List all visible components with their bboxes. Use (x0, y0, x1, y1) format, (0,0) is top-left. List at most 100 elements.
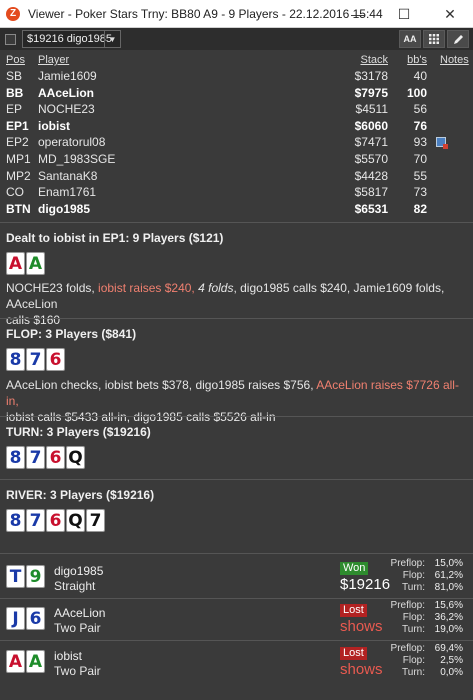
result-hand: Straight (54, 579, 96, 593)
preflop-cards: AA (6, 252, 45, 275)
hand-select-value: $19216 digo1985 (27, 33, 113, 45)
player-row[interactable]: BB AAceLion $7975 100 (0, 85, 473, 102)
player-bbs: 40 (413, 69, 427, 83)
turn-label: Turn: (402, 667, 425, 678)
action-text: NOCHE23 folds, (6, 281, 99, 295)
edit-button[interactable] (447, 30, 469, 48)
player-stack: $6531 (354, 201, 388, 216)
note-icon[interactable] (436, 137, 448, 150)
minimize-button[interactable]: — (335, 0, 381, 28)
flop-equity: 2,5% (440, 655, 463, 666)
player-row[interactable]: EP2 operatorul08 $7471 93 (0, 134, 473, 151)
player-pos: CO (6, 185, 24, 200)
player-stack: $5817 (354, 185, 388, 200)
divider (0, 222, 473, 223)
preflop-equity: 69,4% (434, 643, 463, 654)
action-text: iobist calls $5433 all-in, digo1985 call… (6, 410, 276, 424)
result-cards: T9 (6, 565, 45, 588)
player-bbs: 82 (413, 201, 427, 216)
header-player[interactable]: Player (38, 54, 69, 66)
divider (0, 553, 473, 554)
card: T (6, 565, 25, 588)
header-notes[interactable]: Notes (440, 54, 469, 66)
player-bbs: 73 (413, 185, 427, 200)
player-pos: MP1 (6, 151, 31, 166)
close-button[interactable]: ✕ (427, 0, 473, 28)
result-player-name: iobist (54, 649, 83, 663)
action-text: calls $160 (6, 313, 61, 327)
player-stack: $4511 (355, 102, 388, 117)
action-text: AAceLion checks, iobist bets $378, digo1… (6, 378, 317, 392)
player-stack: $4428 (354, 168, 388, 183)
player-bbs: 55 (413, 168, 427, 183)
card: 8 (6, 348, 25, 371)
player-bbs: 56 (413, 102, 427, 117)
result-cards: AA (6, 650, 45, 673)
header-bbs[interactable]: bb's (407, 54, 427, 66)
aa-button[interactable]: AA (399, 30, 421, 48)
players-table: Pos Player Stack bb's Notes SB Jamie1609 $… (0, 54, 473, 217)
grid-icon (429, 34, 439, 44)
turn-equity: 0,0% (440, 667, 463, 678)
river-cards: 876Q7 (6, 509, 105, 532)
hand-select-dropdown[interactable]: $19216 digo1985 ▼ (22, 30, 121, 48)
player-pos: EP (6, 102, 23, 117)
player-name: Jamie1609 (38, 69, 97, 83)
player-row[interactable]: MP2 SantanaK8 $4428 55 (0, 168, 473, 185)
grid-button[interactable] (423, 30, 445, 48)
result-row: J 6 AAceLion Two Pair Lost shows Preflop: 15,6%… (0, 598, 473, 640)
player-name: MD_1983SGE (38, 151, 116, 166)
player-pos: EP2 (6, 135, 29, 150)
turn-label: Turn: (402, 624, 425, 635)
player-pos: SB (6, 69, 23, 83)
card: Q (66, 446, 85, 469)
window-controls: — ☐ ✕ (335, 0, 473, 28)
player-stack: $3178 (354, 69, 388, 83)
player-pos: BB (6, 85, 24, 100)
player-row[interactable]: EP1 iobist $6060 76 (0, 118, 473, 135)
player-pos: EP1 (6, 118, 29, 133)
result-amount: shows (340, 661, 383, 678)
window-title: Viewer - Poker Stars Trny: BB80 A9 - 9 P… (28, 6, 383, 21)
flop-equity: 36,2% (434, 612, 463, 623)
preflop-label: Preflop: (390, 558, 425, 569)
divider (0, 318, 473, 319)
preflop-label: Preflop: (390, 643, 425, 654)
player-row[interactable]: MP1 MD_1983SGE $5570 70 (0, 151, 473, 168)
maximize-button[interactable]: ☐ (381, 0, 427, 28)
player-row[interactable]: SB Jamie1609 $3178 40 (0, 68, 473, 85)
header-pos[interactable]: Pos (6, 54, 25, 66)
player-name: iobist (38, 118, 70, 133)
preflop-label: Preflop: (390, 600, 425, 611)
header-stack[interactable]: Stack (360, 54, 388, 66)
player-row[interactable]: EP NOCHE23 $4511 56 (0, 101, 473, 118)
equity-stats: Preflop: 15,6% Flop: 36,2% Turn: 19,0% (381, 600, 463, 636)
card: A (6, 650, 25, 673)
player-name: NOCHE23 (38, 102, 95, 117)
result-player-name: digo1985 (54, 564, 104, 578)
flop-title: FLOP: 3 Players ($841) (6, 327, 137, 341)
divider (0, 416, 473, 417)
status-badge: Won (340, 562, 369, 575)
player-pos: BTN (6, 201, 31, 216)
flop-cards: 876 (6, 348, 65, 371)
card: 8 (6, 446, 25, 469)
player-row[interactable]: BTN digo1985 $6531 82 (0, 201, 473, 218)
app-logo-icon: Z (6, 6, 20, 21)
title-bar: Z Viewer - Poker Stars Trny: BB80 A9 - 9… (0, 0, 473, 28)
preflop-actions: NOCHE23 folds, iobist raises $240, 4 fol… (6, 280, 468, 328)
turn-title: TURN: 3 Players ($19216) (6, 425, 151, 439)
player-stack: $7471 (354, 135, 388, 150)
card: 8 (6, 509, 25, 532)
player-bbs: 100 (406, 85, 427, 100)
card: 7 (26, 509, 45, 532)
card: 9 (26, 565, 45, 588)
select-checkbox[interactable] (5, 33, 16, 45)
flop-label: Flop: (402, 570, 425, 581)
card: A (26, 252, 45, 275)
player-row[interactable]: CO Enam1761 $5817 73 (0, 184, 473, 201)
player-bbs: 76 (413, 118, 427, 133)
card: Q (66, 509, 85, 532)
chevron-down-icon[interactable]: ▼ (104, 31, 120, 47)
card: A (6, 252, 25, 275)
